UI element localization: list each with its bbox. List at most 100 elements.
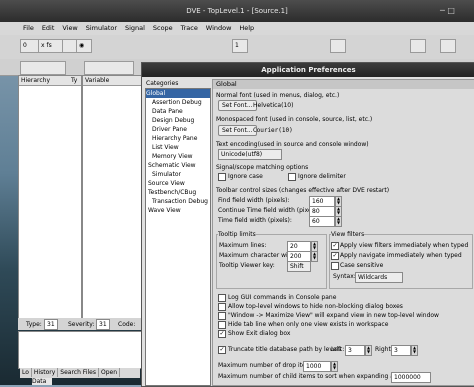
type-field[interactable]: 31 [44,319,58,330]
text-encoding-label: Text encoding(used in source and console… [216,141,369,148]
syntax-label: Syntax: [333,273,356,280]
bottom-item[interactable]: Data [32,378,52,385]
max-chars-spinner[interactable]: ▲ ▼ [311,251,318,262]
tab-history[interactable]: History [32,368,59,377]
preferences-content: Global Normal font (used in menus, dialo… [212,79,474,386]
continue-time-label: Continue Time field width (pixels): [218,207,321,214]
time-field-spinner[interactable]: ▲ ▼ [335,216,342,227]
filter-box-2[interactable] [84,61,134,75]
hierarchy-col: Hierarchy [21,77,51,84]
menu-window[interactable]: Window [203,22,235,32]
category-item[interactable]: Hierarchy Pane [146,134,210,143]
category-item[interactable]: List View [146,143,210,152]
stop-button[interactable] [410,39,426,53]
variable-col: Variable [85,77,110,84]
show-exit-checkbox[interactable]: ✓ [218,330,226,338]
text-encoding-select[interactable]: Unicode(utf8) [218,149,282,160]
left-label: Left: [331,346,345,353]
time-field-input[interactable]: 60 [309,216,335,227]
severity-label: Severity: [68,321,95,328]
max-drop-input[interactable]: 1000 [303,361,331,372]
time-input[interactable]: 0 [20,39,40,53]
binoculars-icon[interactable]: ◉ [76,39,92,53]
ignore-case-label: Ignore case [228,173,263,180]
dialog-title: Application Preferences [142,63,474,77]
set-normal-font-button[interactable]: Set Font... [218,100,257,111]
left-spinner[interactable]: ▲ ▼ [365,345,372,356]
max-child-label: Maximum number of child items to sort wh… [218,373,416,380]
tab-open[interactable]: Open [99,368,120,377]
set-mono-font-button[interactable]: Set Font... [218,125,257,136]
vf3-label: Case sensitive [340,262,384,269]
allow-toplevel-label: Allow top-level windows to hide non-bloc… [228,303,403,310]
category-item[interactable]: Design Debug [146,116,210,125]
menu-signal[interactable]: Signal [122,22,148,32]
max-child-input[interactable]: 1000000 [391,372,431,383]
time-unit-select[interactable]: x fs [38,39,64,53]
normal-font-value: Helvetica(10) [253,102,294,109]
category-item[interactable]: Schematic View [146,161,210,170]
truncate-label: Truncate title database path by levels [228,346,342,353]
max-drop-spinner[interactable]: ▲ ▼ [331,361,338,372]
right-input[interactable]: 3 [391,345,411,356]
max-drop-label: Maximum number of drop items: [218,362,317,369]
category-item[interactable]: Data Pane [146,107,210,116]
categories-list: Global Assertion Debug Data Pane Design … [145,88,211,386]
syntax-select[interactable]: Wildcards [355,272,403,283]
truncate-checkbox[interactable]: ✓ [218,346,226,354]
vf3-checkbox[interactable] [331,262,339,270]
category-item[interactable]: Wave View [146,206,210,215]
show-exit-label: Show Exit dialog box [228,330,291,337]
variable-header: Variable [83,76,141,86]
console-panel [18,331,142,369]
tooltip-limits-label: Tooltip limits [218,231,256,238]
menu-edit[interactable]: Edit [39,22,58,32]
section-header: Global [213,80,474,89]
category-global[interactable]: Global [146,89,210,98]
matching-label: Signal/scope matching options [216,164,309,171]
variable-panel: Variable [82,75,142,319]
allow-toplevel-checkbox[interactable] [218,303,226,311]
hide-tab-label: Hide tab line when only one view exists … [228,321,389,328]
maximize-label: "Window -> Maximize View" will expand vi… [228,312,439,319]
drop-select[interactable]: 1 [232,39,248,53]
tab-log[interactable]: Lo [20,368,32,377]
log-gui-label: Log GUI commands in Console pane [228,294,337,301]
menu-help[interactable]: Help [236,22,257,32]
toolbar: 0 x fs ◉ 1 [0,35,474,60]
category-item[interactable]: Assertion Debug [146,98,210,107]
severity-field[interactable]: 31 [96,319,110,330]
run-button[interactable] [330,39,346,53]
menu-trace[interactable]: Trace [178,22,201,32]
ignore-delimiter-checkbox[interactable] [288,173,296,181]
window-controls[interactable]: ─ □ [440,6,468,16]
vf2-checkbox[interactable]: ✓ [331,252,339,260]
vf1-checkbox[interactable]: ✓ [331,242,339,250]
menu-bar: File Edit View Simulator Signal Scope Tr… [0,22,474,36]
category-item[interactable]: Driver Pane [146,125,210,134]
type-col: Ty [71,77,78,84]
menu-view[interactable]: View [59,22,80,32]
filter-box[interactable] [20,61,66,75]
tooltip-key-select[interactable]: Shift [287,261,311,272]
category-item[interactable]: Testbench/CBug [146,188,210,197]
category-item[interactable]: Transaction Debug [146,197,210,206]
category-item[interactable]: Simulator [146,170,210,179]
right-spinner[interactable]: ▲ ▼ [411,345,418,356]
menu-scope[interactable]: Scope [150,22,176,32]
view-filters-label: View filters [331,231,365,238]
category-item[interactable]: Source View [146,179,210,188]
max-lines-label: Maximum lines: [219,242,267,249]
menu-file[interactable]: File [20,22,37,32]
log-gui-checkbox[interactable] [218,294,226,302]
next-button[interactable] [440,39,456,53]
preferences-dialog: Application Preferences Categories Globa… [141,62,474,387]
menu-simulator[interactable]: Simulator [83,22,120,32]
hide-tab-checkbox[interactable] [218,321,226,329]
maximize-checkbox[interactable] [218,312,226,320]
category-item[interactable]: Memory View [146,152,210,161]
ignore-case-checkbox[interactable] [218,173,226,181]
time-field-label: Time field width (pixels): [218,217,292,224]
left-input[interactable]: 3 [345,345,365,356]
tab-search-files[interactable]: Search Files [58,368,99,377]
